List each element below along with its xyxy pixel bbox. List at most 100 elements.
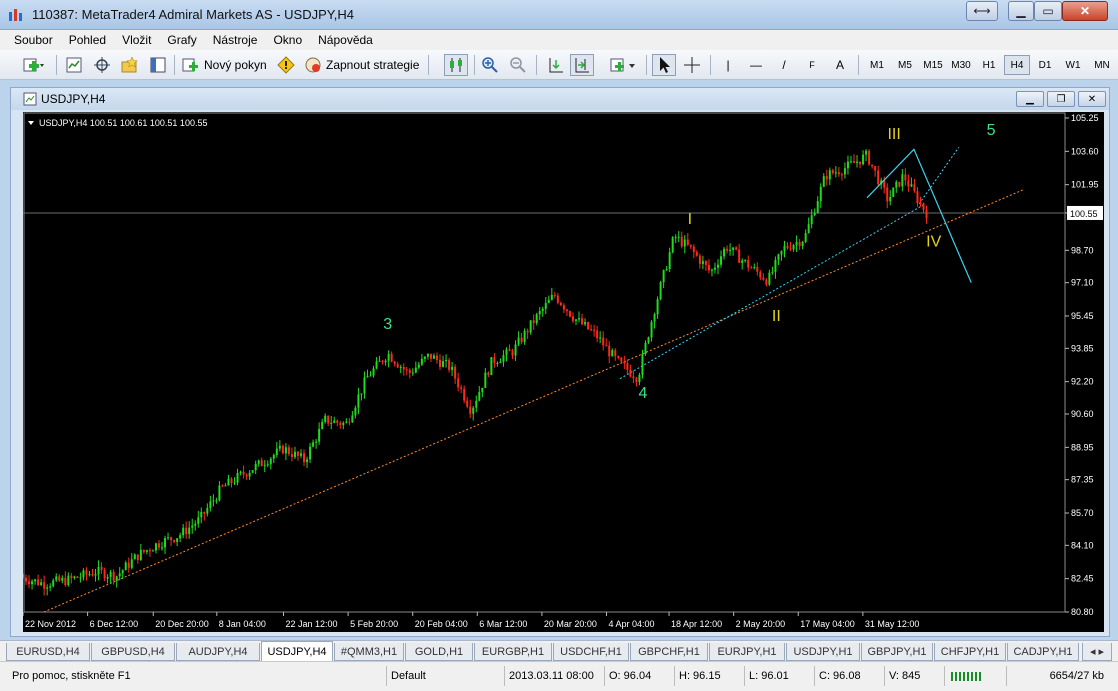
candle-body — [647, 337, 650, 343]
timeframe-w1[interactable]: W1 — [1060, 55, 1086, 75]
symbol-tab[interactable]: GOLD,H1 — [405, 643, 473, 661]
timeframe-m15[interactable]: M15 — [920, 55, 946, 75]
candle-body — [402, 366, 405, 370]
timeframe-h4[interactable]: H4 — [1004, 55, 1030, 75]
menu-nastroje[interactable]: Nástroje — [205, 30, 266, 50]
candle-body — [490, 357, 493, 376]
menu-napoveda[interactable]: Nápověda — [310, 30, 381, 50]
candle-body — [825, 176, 828, 180]
navigator-button[interactable] — [90, 54, 114, 76]
timeframe-m5[interactable]: M5 — [892, 55, 918, 75]
menu-grafy[interactable]: Grafy — [159, 30, 204, 50]
symbol-tab[interactable]: GBPCHF,H1 — [630, 643, 708, 661]
market-watch-button[interactable] — [62, 54, 86, 76]
chart-window-icon — [23, 92, 37, 106]
candle-body — [768, 272, 771, 285]
bar-chart-button[interactable] — [444, 54, 468, 76]
alert-button[interactable] — [274, 54, 298, 76]
candle-body — [251, 470, 254, 473]
candle-body — [608, 345, 611, 357]
maximize-button[interactable]: ▭ — [1034, 1, 1062, 21]
candle-body — [523, 330, 526, 343]
new-chart-button[interactable] — [18, 54, 50, 76]
symbol-tab[interactable]: USDCHF,H1 — [553, 643, 629, 661]
terminal-button[interactable] — [146, 54, 170, 76]
candle-body — [892, 187, 895, 197]
resize-window-button[interactable]: ⟷ — [966, 1, 998, 21]
toggle-strategy-button[interactable]: Zapnout strategie — [304, 54, 419, 76]
symbol-tab[interactable]: GBPUSD,H4 — [91, 643, 175, 661]
chart-canvas[interactable]: 105.25 103.60 101.95 100.55 98.70 97.10 95.45 9… — [23, 112, 1104, 632]
zoom-in-icon — [482, 57, 498, 73]
timeframe-h1[interactable]: H1 — [976, 55, 1002, 75]
chart-close-button[interactable]: ✕ — [1078, 91, 1106, 107]
symbol-tab[interactable]: #QMM3,H1 — [334, 643, 404, 661]
candle-body — [910, 184, 913, 187]
close-button[interactable]: ✕ — [1062, 1, 1108, 21]
favorites-button[interactable] — [118, 54, 142, 76]
zoom-in-button[interactable] — [478, 54, 502, 76]
symbol-tab[interactable]: EURJPY,H1 — [709, 643, 785, 661]
candle-body — [167, 537, 170, 539]
symbol-tab[interactable]: GBPJPY,H1 — [861, 643, 933, 661]
chart-restore-button[interactable]: ❐ — [1047, 91, 1075, 107]
timeframe-d1[interactable]: D1 — [1032, 55, 1058, 75]
candle-body — [221, 485, 224, 487]
new-order-button[interactable]: Nový pokyn — [182, 54, 267, 76]
candle-body — [856, 161, 859, 163]
horizontal-line-tool[interactable]: — — [744, 54, 768, 76]
text-tool[interactable]: A — [828, 54, 852, 76]
menu-pohled[interactable]: Pohled — [61, 30, 114, 50]
candle-body — [70, 575, 73, 579]
zoom-out-button[interactable] — [506, 54, 530, 76]
candle-body — [484, 372, 487, 388]
symbol-tab[interactable]: EURGBP,H1 — [474, 643, 552, 661]
timeframe-mn[interactable]: MN — [1088, 55, 1116, 75]
candle-body — [97, 566, 100, 575]
menu-soubor[interactable]: Soubor — [0, 30, 61, 50]
candle-body — [408, 369, 411, 373]
symbol-tab[interactable]: USDJPY,H1 — [786, 643, 860, 661]
fibonacci-tool[interactable]: F — [800, 54, 824, 76]
candle-body — [290, 453, 293, 458]
symbol-tab[interactable]: AUDJPY,H4 — [176, 643, 260, 661]
tab-scroll-arrows[interactable]: ◂ ▸ — [1082, 643, 1112, 661]
menu-okno[interactable]: Okno — [265, 30, 310, 50]
symbol-tab[interactable]: USDJPY,H4 — [261, 641, 333, 662]
cursor-tool-button[interactable] — [652, 54, 676, 76]
indicators-button[interactable] — [606, 54, 640, 76]
chart-shift-button[interactable] — [570, 54, 594, 76]
candle-body — [617, 356, 620, 358]
symbol-tab[interactable]: CADJPY,H1 — [1007, 643, 1079, 661]
chart-shift-icon — [575, 58, 589, 73]
minimize-button[interactable]: ▁ — [1008, 1, 1034, 21]
candle-body — [593, 329, 596, 331]
trend-line-tool[interactable]: / — [772, 54, 796, 76]
candle-body — [260, 460, 263, 467]
price-axis-label: 101.95 — [1071, 180, 1099, 190]
candle-body — [233, 482, 236, 484]
vertical-line-tool[interactable]: | — [716, 54, 740, 76]
auto-scroll-button[interactable] — [544, 54, 568, 76]
symbol-tab[interactable]: CHFJPY,H1 — [934, 643, 1006, 661]
symbol-tab[interactable]: EURUSD,H4 — [6, 643, 90, 661]
candle-body — [212, 500, 215, 502]
candle-body — [378, 360, 381, 362]
candle-body — [677, 236, 680, 238]
timeframe-m30[interactable]: M30 — [948, 55, 974, 75]
time-axis-label: 5 Feb 20:00 — [350, 619, 398, 629]
chart-minimize-button[interactable]: ▁ — [1016, 91, 1044, 107]
profile-name[interactable]: Default — [386, 666, 504, 686]
bar-volume: V: 845 — [884, 666, 944, 686]
candle-body — [330, 422, 333, 424]
crosshair-tool-button[interactable] — [680, 54, 704, 76]
candle-body — [556, 295, 559, 303]
candle-body — [245, 474, 248, 477]
menu-vlozit[interactable]: Vložit — [114, 30, 159, 50]
candle-body — [354, 407, 357, 416]
candle-body — [810, 215, 813, 225]
price-chart[interactable]: 105.25 103.60 101.95 100.55 98.70 97.10 95.45 9… — [23, 112, 1104, 632]
trend-line-icon: / — [782, 58, 786, 72]
candle-body — [203, 511, 206, 514]
timeframe-m1[interactable]: M1 — [864, 55, 890, 75]
